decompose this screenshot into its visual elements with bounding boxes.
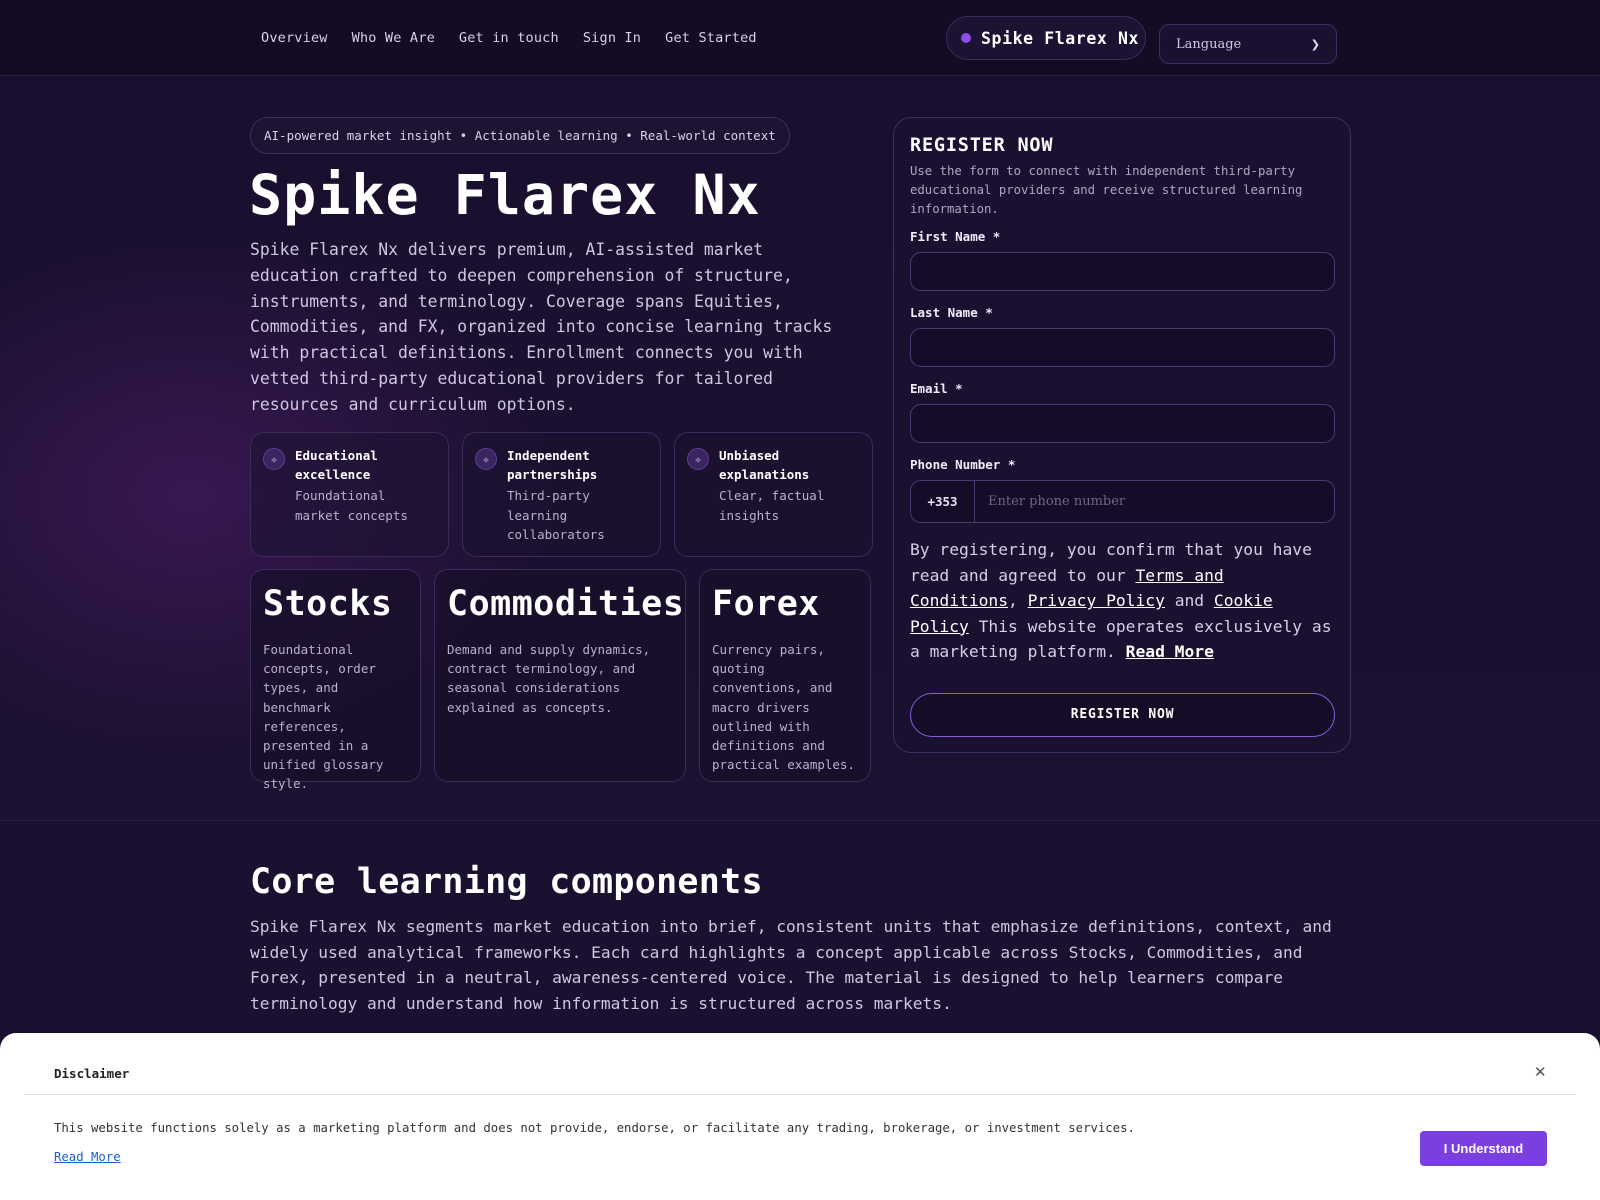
consent-suffix: This website operates exclusively as a m… (910, 616, 1332, 662)
market-card-commodities: Commodities Demand and supply dynamics, … (434, 569, 686, 782)
market-title: Stocks (263, 584, 393, 624)
hero-description: Spike Flarex Nx delivers premium, AI-ass… (250, 240, 833, 414)
sparkle-icon: ✧ (475, 448, 497, 470)
nav-link-get-started[interactable]: Get Started (665, 30, 757, 46)
feature-card-independent-partnerships: ✧ Independent partnerships Third-party l… (462, 432, 661, 557)
consent-prefix: By registering, you confirm that you hav… (910, 540, 1312, 585)
consent-text: By registering, you confirm that you hav… (910, 537, 1338, 665)
email-field[interactable] (910, 404, 1335, 443)
brand-name: Spike Flarex Nx (981, 28, 1140, 48)
form-title: REGISTER NOW (910, 135, 1054, 156)
i-understand-button[interactable]: I Understand (1420, 1131, 1547, 1166)
market-title: Commodities (447, 584, 685, 624)
brand-logo[interactable]: Spike Flarex Nx (946, 16, 1146, 60)
phone-country-code[interactable]: +353 (911, 481, 975, 522)
form-description: Use the form to connect with independent… (910, 164, 1303, 216)
core-section-description: Spike Flarex Nx segments market educatio… (250, 917, 1332, 1014)
disclaimer-read-more-link[interactable]: Read More (54, 1150, 121, 1164)
nav-link-sign-in[interactable]: Sign In (583, 30, 641, 46)
feature-card-unbiased-explanations: ✧ Unbiased explanations Clear, factual i… (674, 432, 873, 557)
market-description: Currency pairs, quoting conventions, and… (712, 642, 855, 773)
feature-subtitle: Clear, factual insights (719, 488, 825, 523)
read-more-link[interactable]: Read More (1126, 642, 1214, 661)
feature-title: Unbiased explanations (719, 448, 810, 482)
market-cards: Stocks Foundational concepts, order type… (250, 569, 871, 791)
consent-and: and (1164, 591, 1214, 611)
top-navigation: Overview Who We Are Get in touch Sign In… (0, 0, 1600, 76)
core-section-title: Core learning components (250, 862, 763, 902)
feature-subtitle: Third-party learning collaborators (507, 488, 605, 542)
sparkle-icon: ✧ (263, 448, 285, 470)
market-card-forex: Forex Currency pairs, quoting convention… (699, 569, 871, 782)
first-name-label: First Name * (910, 229, 1001, 244)
feature-card-educational-excellence: ✧ Educational excellence Foundational ma… (250, 432, 449, 557)
phone-input[interactable]: Enter phone number (975, 481, 1334, 522)
market-card-stocks: Stocks Foundational concepts, order type… (250, 569, 421, 791)
email-label: Email * (910, 381, 963, 396)
phone-label: Phone Number * (910, 457, 1016, 472)
disclaimer-text: This website functions solely as a marke… (54, 1121, 1135, 1135)
first-name-field[interactable] (910, 252, 1335, 291)
last-name-label: Last Name * (910, 305, 993, 320)
nav-link-who-we-are[interactable]: Who We Are (352, 30, 435, 46)
consent-comma: , (1008, 591, 1018, 611)
register-button[interactable]: REGISTER NOW (910, 692, 1335, 737)
brand-dot-icon (961, 33, 971, 43)
chevron-down-icon: ❯ (1310, 37, 1320, 51)
market-description: Demand and supply dynamics, contract ter… (447, 642, 651, 715)
feature-title: Independent partnerships (507, 448, 598, 482)
nav-links: Overview Who We Are Get in touch Sign In… (261, 30, 757, 46)
disclaimer-banner: Disclaimer ✕ This website functions sole… (0, 1033, 1600, 1200)
nav-link-overview[interactable]: Overview (261, 30, 328, 46)
hero-tagline: AI-powered market insight • Actionable l… (250, 117, 790, 154)
feature-subtitle: Foundational market concepts (295, 488, 408, 523)
feature-title: Educational excellence (295, 448, 378, 482)
market-description: Foundational concepts, order types, and … (263, 642, 384, 792)
hero-title: Spike Flarex Nx (249, 163, 761, 227)
language-select-value: Language (1176, 36, 1242, 52)
registration-form: REGISTER NOW Use the form to connect wit… (893, 117, 1351, 753)
phone-field-group: +353 Enter phone number (910, 480, 1335, 523)
disclaimer-title: Disclaimer (54, 1066, 130, 1081)
privacy-link[interactable]: Privacy Policy (1028, 591, 1165, 610)
sparkle-icon: ✧ (687, 448, 709, 470)
language-select[interactable]: Language ❯ (1159, 24, 1337, 64)
feature-cards: ✧ Educational excellence Foundational ma… (250, 432, 873, 557)
last-name-field[interactable] (910, 328, 1335, 367)
close-icon[interactable]: ✕ (1534, 1063, 1547, 1081)
market-title: Forex (712, 584, 820, 624)
disclaimer-divider (24, 1094, 1576, 1095)
nav-link-get-in-touch[interactable]: Get in touch (459, 30, 559, 46)
